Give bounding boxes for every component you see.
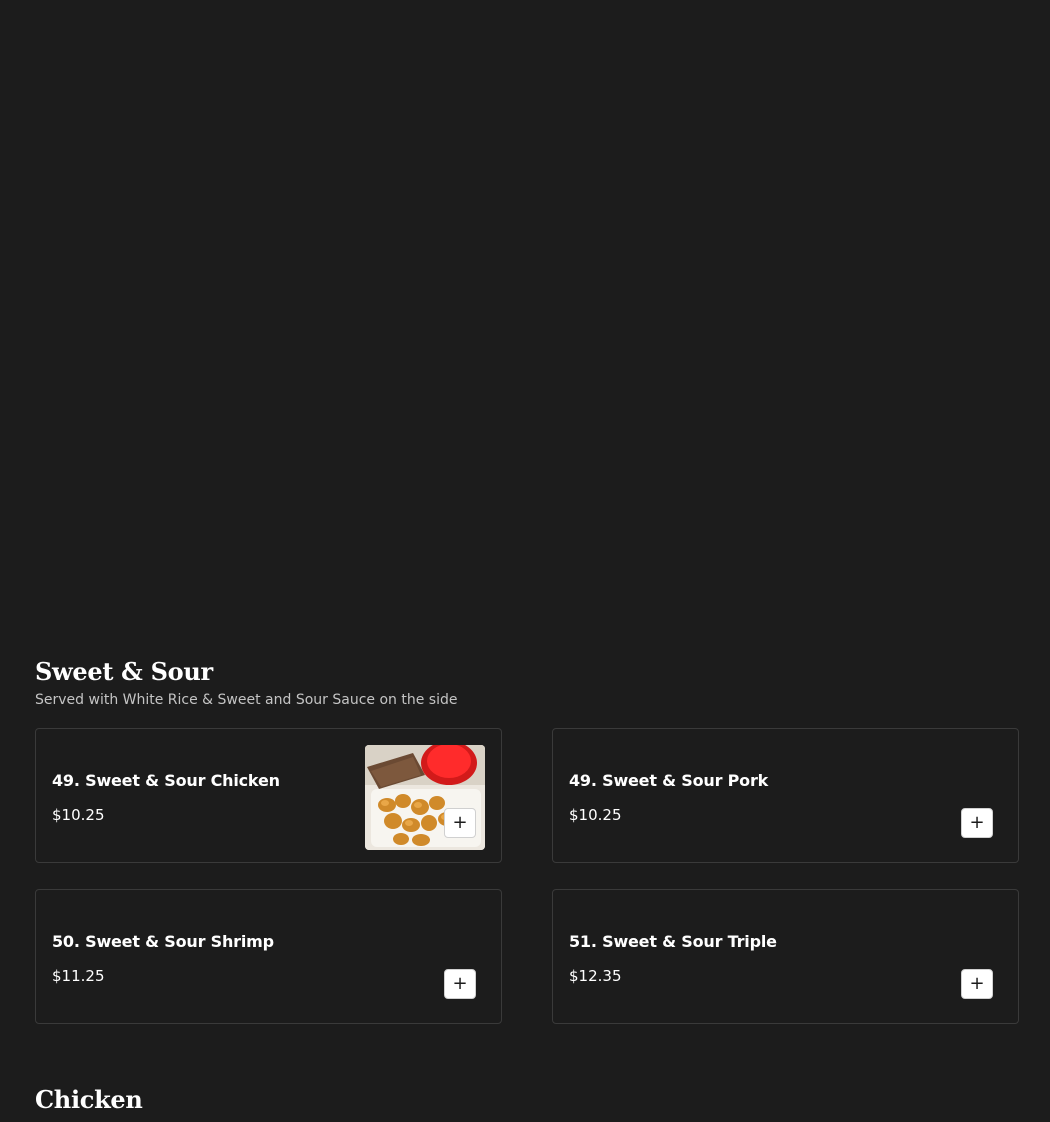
menu-item-card[interactable]: 49. Sweet & Sour Pork $10.25 + [552, 728, 1019, 863]
menu-item-price: $12.35 [569, 967, 622, 985]
menu-page: Sweet & Sour Served with White Rice & Sw… [0, 0, 1050, 1122]
menu-item-price: $11.25 [52, 967, 105, 985]
add-to-cart-button[interactable]: + [961, 969, 993, 999]
add-to-cart-button[interactable]: + [444, 969, 476, 999]
add-to-cart-button[interactable]: + [444, 808, 476, 838]
section-subtitle-sweet-sour: Served with White Rice & Sweet and Sour … [35, 692, 458, 708]
menu-item-card[interactable]: 49. Sweet & Sour Chicken $10.25 + [35, 728, 502, 863]
menu-item-card[interactable]: 51. Sweet & Sour Triple $12.35 + [552, 889, 1019, 1024]
plus-icon: + [452, 973, 468, 994]
menu-item-price: $10.25 [569, 806, 622, 824]
add-to-cart-button[interactable]: + [961, 808, 993, 838]
menu-item-name: 49. Sweet & Sour Pork [569, 771, 769, 790]
menu-item-name: 50. Sweet & Sour Shrimp [52, 932, 274, 951]
menu-item-price: $10.25 [52, 806, 105, 824]
menu-item-card[interactable]: 50. Sweet & Sour Shrimp $11.25 + [35, 889, 502, 1024]
section-title-sweet-sour: Sweet & Sour [35, 657, 213, 686]
section-title-chicken: Chicken [35, 1085, 143, 1114]
plus-icon: + [452, 812, 468, 833]
menu-item-name: 49. Sweet & Sour Chicken [52, 771, 280, 790]
plus-icon: + [969, 973, 985, 994]
plus-icon: + [969, 812, 985, 833]
menu-item-name: 51. Sweet & Sour Triple [569, 932, 777, 951]
